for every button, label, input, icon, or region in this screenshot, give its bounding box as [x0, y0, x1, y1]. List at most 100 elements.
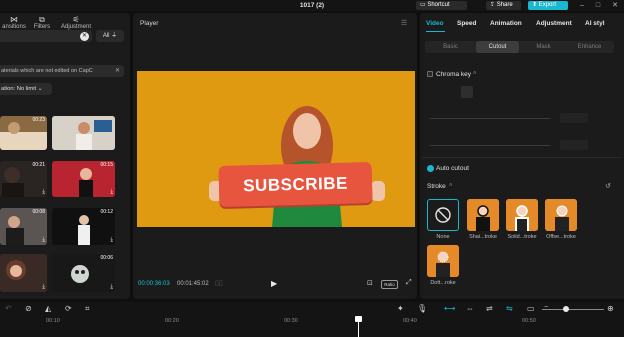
preview-axis-icon[interactable]: ⇌ [486, 304, 493, 313]
duration-label: 00:23 [32, 117, 45, 123]
tab-video[interactable]: Video [426, 20, 444, 27]
tab-adjustment[interactable]: ⚟ Adjustment [56, 15, 96, 30]
chevron-up-icon[interactable]: ˄ [449, 183, 453, 189]
notice-banner: aterials which are not edited on CapC [0, 65, 124, 77]
link-icon[interactable]: ⟷ [444, 304, 455, 313]
zoom-slider-handle[interactable] [563, 306, 569, 312]
timeline-tick: 00:10 [46, 318, 60, 324]
chroma-key-checkbox[interactable] [427, 71, 433, 77]
minimize-icon[interactable]: – [575, 0, 589, 11]
preset-thumbnail-image [545, 199, 577, 231]
fullscreen-icon[interactable]: ⤢ [406, 279, 412, 287]
share-button[interactable]: ⇪ Share [486, 1, 521, 10]
timeline-tick: 00:50 [522, 318, 536, 324]
tab-speed[interactable]: Speed [457, 20, 477, 27]
media-thumbnail[interactable]: ⤓ [0, 254, 47, 292]
reset-icon[interactable]: ↺ [605, 182, 611, 190]
download-icon[interactable]: ⤓ [110, 189, 113, 196]
chevron-up-icon[interactable]: ˄ [473, 71, 477, 77]
snap-icon[interactable]: ⇋ [506, 304, 513, 313]
play-button[interactable]: ▶ [271, 279, 277, 288]
stroke-preset-dotted[interactable] [427, 245, 459, 277]
intensity-value-box[interactable] [560, 113, 588, 123]
fit-icon[interactable]: ⊡ [367, 279, 373, 287]
download-icon[interactable]: ⤓ [110, 237, 113, 244]
timeline-marker-icon[interactable]: ▯▯ [215, 279, 223, 287]
media-thumbnail[interactable]: 00:08 ⤓ [0, 208, 47, 245]
download-icon[interactable]: ⤓ [42, 237, 45, 244]
search-input[interactable] [0, 30, 92, 42]
playhead[interactable] [358, 318, 359, 337]
export-label: Export [538, 2, 557, 8]
subtab-cutout[interactable]: Cutout [476, 41, 519, 53]
thumbnail-image [52, 116, 115, 150]
shadow-slider[interactable] [430, 145, 550, 146]
stroke-label: Stroke [427, 183, 446, 190]
duration-dropdown[interactable]: ation: No limit ⌄ [0, 83, 52, 95]
shadow-value-box[interactable] [560, 140, 588, 150]
filter-dropdown[interactable]: All ⏚ [96, 30, 124, 42]
color-picker-swatch[interactable] [461, 86, 473, 98]
none-icon [435, 207, 451, 223]
tab-animation[interactable]: Animation [490, 20, 522, 27]
section-divider [422, 157, 622, 158]
microphone-icon[interactable]: 🎙 [417, 304, 427, 313]
download-icon[interactable]: ⤓ [42, 284, 45, 291]
timeline-tick: 00:30 [284, 318, 298, 324]
rotate-icon[interactable]: ⟳ [65, 304, 72, 313]
media-thumbnail[interactable]: 00:06 ⤓ [52, 254, 115, 292]
active-tab-indicator [426, 31, 445, 32]
ai-magic-icon[interactable]: ✦ [397, 304, 404, 313]
intensity-slider[interactable] [430, 118, 550, 119]
notice-close-icon[interactable]: ✕ [115, 65, 120, 77]
preset-label: Dott...roke [430, 280, 456, 286]
media-thumbnail[interactable]: 00:12 ⤓ [52, 208, 115, 245]
mirror-icon[interactable]: ◭ [45, 304, 51, 313]
keyboard-icon: ▭ [420, 2, 426, 8]
current-time: 00:00:36:03 [138, 281, 170, 287]
preset-label: Solid...troke [507, 234, 537, 240]
chevron-down-icon: ⌄ [37, 86, 43, 92]
subtab-enhance[interactable]: Enhance [568, 41, 611, 53]
auto-cutout-checkbox[interactable] [427, 165, 434, 172]
main-track-icon[interactable]: ⇔ [466, 304, 474, 313]
stroke-preset-none[interactable] [427, 199, 459, 231]
subtab-mask[interactable]: Mask [522, 41, 565, 53]
maximize-icon[interactable]: □ [591, 0, 605, 11]
close-icon[interactable]: ✕ [608, 0, 622, 11]
duration-label: 00:15 [100, 162, 113, 168]
media-thumbnail[interactable]: 00:15 ⤓ [52, 161, 115, 197]
export-icon: ⬆ [532, 2, 538, 8]
tab-filters[interactable]: ⧉ Filters [31, 15, 53, 30]
share-label: Share [496, 2, 513, 8]
ratio-button[interactable]: Ratio [381, 280, 398, 289]
preset-label: Shai...troke [469, 234, 497, 240]
media-thumbnail[interactable]: 00:21 ⤓ [0, 161, 47, 197]
tab-ai-style[interactable]: AI styl [585, 20, 605, 27]
adjustment-icon: ⚟ [72, 15, 80, 24]
subtab-basic[interactable]: Basic [429, 41, 472, 53]
crop-icon[interactable]: ⌗ [85, 304, 90, 314]
duration-label: 00:06 [100, 255, 113, 261]
duration-label: 00:08 [32, 209, 45, 215]
clear-search-icon[interactable]: ✕ [80, 32, 89, 41]
caption-icon[interactable]: ▭ [527, 304, 535, 313]
tab-adjustment[interactable]: Adjustment [536, 20, 572, 27]
duration-label: ation: No limit [1, 86, 37, 92]
media-thumbnail[interactable]: 00:23 [0, 116, 47, 150]
media-thumbnail[interactable] [52, 116, 115, 150]
stroke-preset-shadow[interactable] [467, 199, 499, 231]
zoom-slider[interactable] [542, 309, 604, 310]
zoom-in-icon[interactable]: ⊕ [607, 304, 614, 313]
stroke-preset-solid[interactable] [506, 199, 538, 231]
undo-icon[interactable]: ↶ [5, 304, 12, 313]
download-icon[interactable]: ⤓ [42, 189, 45, 196]
export-button[interactable]: ⬆ Export [528, 1, 568, 10]
shortcut-button[interactable]: ▭ Shortcut [416, 1, 467, 10]
tab-transitions[interactable]: ⋈ ansitions [0, 15, 28, 30]
split-icon[interactable]: ⊘ [25, 304, 32, 313]
download-icon[interactable]: ⤓ [110, 284, 113, 291]
menu-icon[interactable]: ☰ [401, 19, 407, 27]
preset-thumbnail-image [467, 199, 499, 231]
stroke-preset-offset[interactable] [545, 199, 577, 231]
